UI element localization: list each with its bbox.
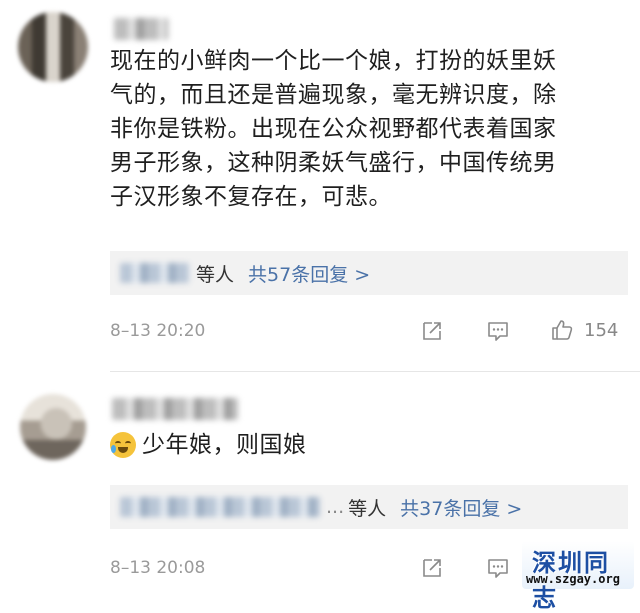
reply-suffix: 等人 xyxy=(196,263,235,286)
reply-summary-box[interactable]: ... 等人 共37条回复 > xyxy=(110,485,628,529)
view-replies-link[interactable]: 共37条回复 > xyxy=(400,494,522,521)
comment-icon[interactable] xyxy=(486,319,510,343)
username-blurred[interactable] xyxy=(114,18,168,40)
reply-summary-box[interactable]: 等人 共57条回复 > xyxy=(110,251,628,295)
avatar[interactable] xyxy=(20,394,86,460)
thumbs-up-icon[interactable] xyxy=(550,318,574,342)
comment-text-line: 少年娘，则国娘 xyxy=(142,432,307,458)
comment-text-line: 气的，而且还是普遍现象，毫无辨识度，除 xyxy=(110,82,557,108)
site-watermark: 深圳同志 www.szgay.org xyxy=(522,541,634,612)
reply-usernames-blurred xyxy=(120,497,320,517)
comment-icon[interactable] xyxy=(486,556,510,580)
view-replies-link[interactable]: 共57条回复 > xyxy=(248,260,370,287)
avatar[interactable] xyxy=(18,12,88,82)
laugh-cry-emoji-icon xyxy=(110,432,136,458)
timestamp: 8–13 20:08 xyxy=(110,558,206,578)
timestamp: 8–13 20:20 xyxy=(110,321,206,341)
reply-usernames-blurred xyxy=(120,263,190,283)
comment-text-line: 男子形象，这种阴柔妖气盛行，中国传统男 xyxy=(110,150,557,176)
watermark-url: www.szgay.org xyxy=(526,572,620,586)
comment-meta: 8–13 20:20 154 xyxy=(110,316,630,346)
comment-text-line: 非你是铁粉。出现在公众视野都代表着国家 xyxy=(110,116,557,142)
comment-text-line: 现在的小鲜肉一个比一个娘，打扮的妖里妖 xyxy=(110,48,557,74)
username-blurred[interactable] xyxy=(112,398,238,420)
comment-item: 现在的小鲜肉一个比一个娘，打扮的妖里妖 气的，而且还是普遍现象，毫无辨识度，除 … xyxy=(0,0,640,372)
share-icon[interactable] xyxy=(420,556,444,580)
reply-ellipsis: ... xyxy=(326,496,345,518)
like-count: 154 xyxy=(584,320,619,341)
share-icon[interactable] xyxy=(420,319,444,343)
comment-text-line: 子汉形象不复存在，可悲。 xyxy=(110,184,392,210)
comment-text: 少年娘，则国娘 xyxy=(110,428,628,462)
comment-text: 现在的小鲜肉一个比一个娘，打扮的妖里妖 气的，而且还是普遍现象，毫无辨识度，除 … xyxy=(110,44,628,214)
reply-suffix: 等人 xyxy=(348,497,387,520)
